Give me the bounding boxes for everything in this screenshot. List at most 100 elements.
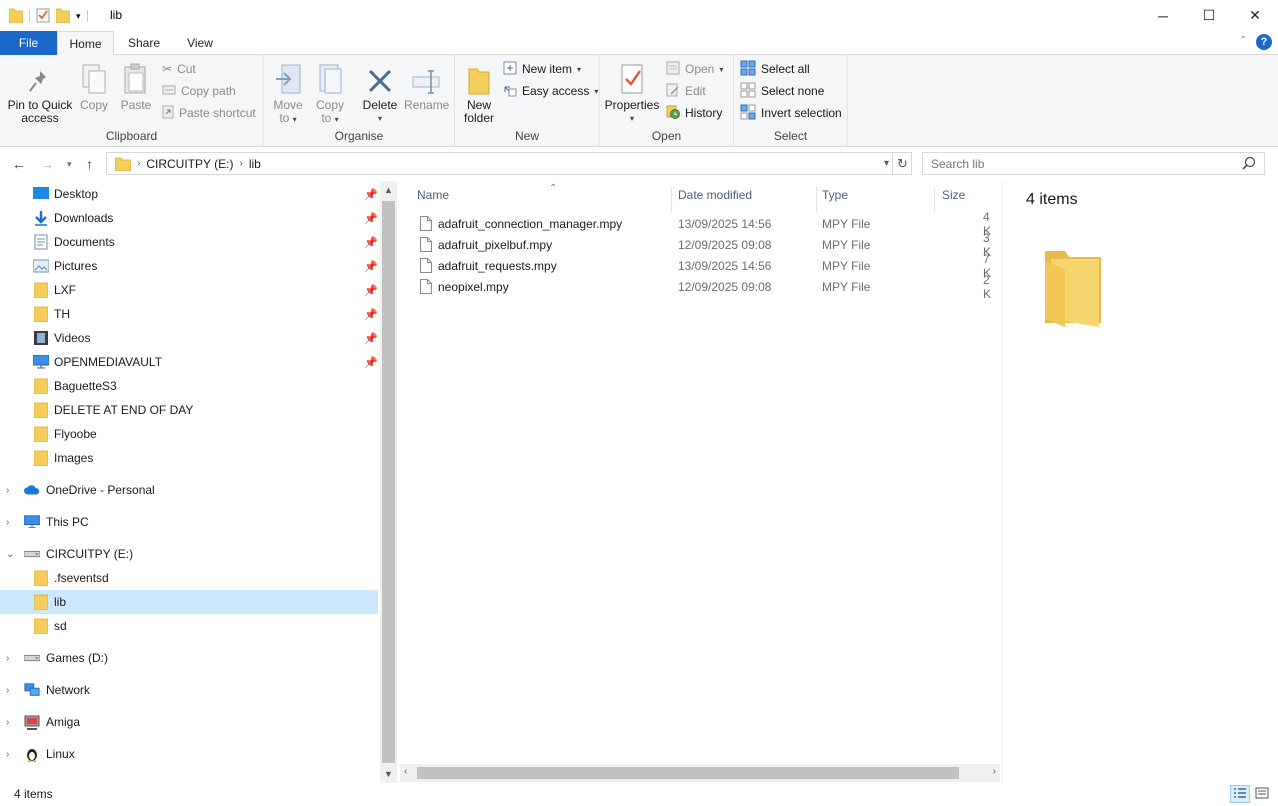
nav-item-pictures[interactable]: Pictures 📌 [0,254,378,278]
invert-selection-button[interactable]: Invert selection [740,103,842,123]
scrollbar-thumb[interactable] [382,201,395,763]
tab-file[interactable]: File [0,31,57,55]
paste-shortcut-button[interactable]: Paste shortcut [162,103,256,123]
nav-item-amiga[interactable]: › Amiga [0,710,378,734]
properties-icon[interactable] [36,7,50,26]
nav-item-th[interactable]: TH 📌 [0,302,378,326]
address-dropdown-icon[interactable]: ▾ [884,158,889,169]
back-button[interactable]: ← [12,156,26,172]
breadcrumb-folder[interactable]: lib [249,157,261,171]
nav-item-lxf[interactable]: LXF 📌 [0,278,378,302]
search-box[interactable] [922,152,1265,175]
search-icon[interactable] [1242,156,1256,173]
scroll-right-icon[interactable]: › [993,766,996,777]
pin-icon[interactable]: 📌 [364,332,378,345]
new-item-button[interactable]: New item ▾ [503,59,581,79]
chevron-down-icon[interactable]: ⌄ [6,549,14,560]
move-to-button[interactable]: Move to ▾ [270,61,306,126]
nav-item-fseventsd[interactable]: .fseventsd [0,566,378,590]
properties-button[interactable]: Properties ▾ [604,61,660,125]
select-all-button[interactable]: Select all [740,59,810,79]
table-row[interactable]: adafruit_pixelbuf.mpy 12/09/2025 09:08 M… [410,231,1000,259]
chevron-right-icon[interactable]: › [6,685,9,696]
details-view-button[interactable] [1230,785,1250,803]
copy-to-button[interactable]: Copy to ▾ [312,61,348,126]
breadcrumb-separator-icon[interactable]: › [239,158,242,169]
chevron-right-icon[interactable]: › [6,749,9,760]
pin-to-quick-access-button[interactable]: Pin to Quick access [6,61,74,125]
edit-button[interactable]: Edit [666,81,706,101]
scroll-left-icon[interactable]: ‹ [404,766,407,777]
breadcrumb-drive[interactable]: CIRCUITPY (E:) [146,157,233,171]
large-icons-view-button[interactable] [1252,785,1272,803]
chevron-right-icon[interactable]: › [6,653,9,664]
pin-icon[interactable]: 📌 [364,308,378,321]
pin-icon[interactable]: 📌 [364,212,378,225]
scrollbar-thumb[interactable] [417,767,959,779]
help-icon[interactable]: ? [1256,34,1272,50]
easy-access-button[interactable]: Easy access ▾ [503,81,598,101]
paste-button[interactable]: Paste [118,61,154,112]
refresh-icon[interactable]: ↻ [892,152,912,175]
nav-item-openmediavault[interactable]: OPENMEDIAVAULT 📌 [0,350,378,374]
pin-icon[interactable]: 📌 [364,188,378,201]
file-list-horizontal-scrollbar[interactable]: ‹ › [400,764,1000,782]
chevron-right-icon[interactable]: › [6,485,9,496]
tab-share[interactable]: Share [118,31,170,55]
pin-icon[interactable]: 📌 [364,284,378,297]
scroll-up-icon[interactable]: ▲ [384,185,393,195]
recent-locations-button[interactable]: ▾ [67,159,72,170]
up-button[interactable]: ↑ [86,156,93,172]
new-folder-icon[interactable] [55,7,71,26]
history-button[interactable]: History [666,103,722,123]
open-button[interactable]: Open ▾ [666,59,723,79]
nav-item-linux[interactable]: › Linux [0,742,378,766]
column-header-type[interactable]: Type [817,187,935,213]
tab-home[interactable]: Home [57,31,114,56]
customize-toolbar-icon[interactable]: ▾ [76,11,81,22]
address-bar[interactable]: › CIRCUITPY (E:) › lib ▾ ↻ [106,152,912,175]
nav-item-desktop[interactable]: Desktop 📌 [0,182,378,206]
chevron-right-icon[interactable]: › [6,517,9,528]
table-row[interactable]: adafruit_connection_manager.mpy 13/09/20… [410,210,1000,238]
nav-item-delete-at-end-of-day[interactable]: DELETE AT END OF DAY [0,398,378,422]
pin-icon[interactable]: 📌 [364,260,378,273]
nav-item-network[interactable]: › Network [0,678,378,702]
scroll-down-icon[interactable]: ▼ [384,769,393,779]
copy-button[interactable]: Copy [76,61,112,112]
search-input[interactable] [931,156,1231,171]
close-button[interactable]: ✕ [1232,0,1278,31]
column-header-name[interactable]: ⌃ Name [412,183,672,213]
nav-item-games[interactable]: › Games (D:) [0,646,378,670]
maximize-button[interactable]: ☐ [1186,0,1232,31]
new-folder-button[interactable]: New folder [461,61,497,125]
select-none-button[interactable]: Select none [740,81,824,101]
pin-icon[interactable]: 📌 [364,356,378,369]
nav-item-downloads[interactable]: Downloads 📌 [0,206,378,230]
rename-button[interactable]: Rename [404,61,449,112]
collapse-ribbon-icon[interactable]: ⌃ [1239,35,1247,46]
nav-item-documents[interactable]: Documents 📌 [0,230,378,254]
column-header-date-modified[interactable]: Date modified [673,187,817,213]
nav-item-images[interactable]: Images [0,446,378,470]
table-row[interactable]: adafruit_requests.mpy 13/09/2025 14:56 M… [410,252,1000,280]
nav-item-flyoobe[interactable]: Flyoobe [0,422,378,446]
breadcrumb-separator-icon[interactable]: › [137,158,140,169]
nav-item-sd[interactable]: sd [0,614,378,638]
pin-icon[interactable]: 📌 [364,236,378,249]
nav-item-lib[interactable]: lib [0,590,378,614]
nav-item-onedrive[interactable]: › OneDrive - Personal [0,478,378,502]
nav-pane-scrollbar[interactable]: ▲ ▼ [380,181,397,783]
chevron-right-icon[interactable]: › [6,717,9,728]
tab-view[interactable]: View [174,31,226,55]
forward-button[interactable]: → [40,156,54,172]
delete-button[interactable]: Delete ▾ [358,61,402,125]
nav-item-circuitpy[interactable]: ⌄ CIRCUITPY (E:) [0,542,378,566]
cut-button[interactable]: ✂ Cut [162,59,196,79]
copy-path-button[interactable]: Copy path [162,81,236,101]
nav-item-videos[interactable]: Videos 📌 [0,326,378,350]
nav-item-baguettes3[interactable]: BaguetteS3 [0,374,378,398]
minimize-button[interactable]: ─ [1140,0,1186,31]
nav-item-this-pc[interactable]: › This PC [0,510,378,534]
table-row[interactable]: neopixel.mpy 12/09/2025 09:08 MPY File 2… [410,273,1000,301]
